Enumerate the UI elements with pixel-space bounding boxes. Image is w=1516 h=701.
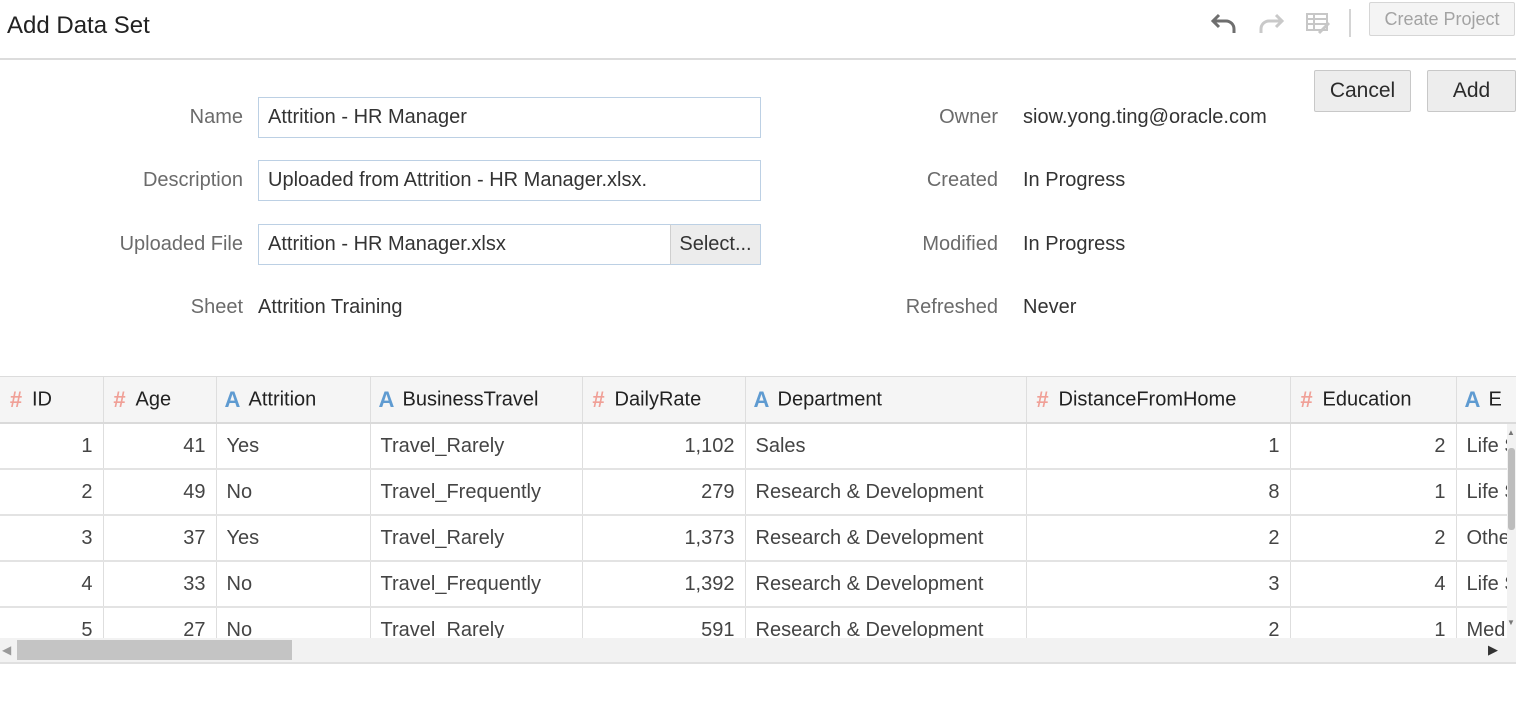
created-value: In Progress [1023, 169, 1126, 191]
table-cell: 8 [1026, 469, 1291, 516]
table-cell: Travel_Rarely [370, 515, 583, 562]
column-header[interactable]: # ID [0, 377, 104, 424]
text-type-icon: A [378, 386, 395, 412]
table-cell: 27 [103, 607, 217, 639]
table-row: 1 41 Yes Travel_Rarely 1,102 Sales 1 2 L… [0, 423, 1516, 470]
table-cell: Travel_Rarely [370, 607, 583, 639]
column-header[interactable]: AE [1456, 377, 1516, 424]
table-cell: No [216, 561, 371, 608]
number-type-icon: # [1300, 386, 1313, 412]
table-cell: 37 [103, 515, 217, 562]
column-header[interactable]: # DailyRate [582, 377, 746, 424]
table-cell: Yes [216, 423, 371, 470]
column-header[interactable]: # Education [1290, 377, 1457, 424]
sheet-value: Attrition Training [258, 296, 403, 318]
modified-label: Modified [922, 233, 998, 255]
table-cell: No [216, 607, 371, 639]
table-cell: 5 [0, 607, 104, 639]
table-cell: 279 [582, 469, 746, 516]
table-cell: 1,373 [582, 515, 746, 562]
refreshed-value: Never [1023, 296, 1077, 318]
text-type-icon: A [1464, 386, 1481, 412]
table-cell: 1 [1290, 469, 1457, 516]
table-cell: Research & Development [745, 607, 1027, 639]
table-cell: 591 [582, 607, 746, 639]
uploaded-file-label: Uploaded File [119, 233, 243, 255]
number-type-icon: # [9, 386, 23, 412]
text-type-icon: A [753, 386, 770, 412]
table-cell: 49 [103, 469, 217, 516]
add-button[interactable]: Add [1427, 70, 1516, 112]
number-type-icon: # [113, 386, 126, 412]
select-file-button[interactable]: Select... [670, 224, 761, 265]
column-header[interactable]: A Attrition [216, 377, 371, 424]
page-title: Add Data Set [7, 12, 150, 39]
table-cell: 4 [1290, 561, 1457, 608]
created-label: Created [926, 169, 998, 191]
table-cell: 2 [1290, 515, 1457, 562]
table-cell: 2 [1026, 515, 1291, 562]
data-diagram-icon[interactable] [1303, 8, 1333, 38]
scroll-left-arrow-icon[interactable]: ◀ [2, 643, 11, 657]
column-header[interactable]: # DistanceFromHome [1026, 377, 1291, 424]
table-cell: 41 [103, 423, 217, 470]
page-header: Add Data Set Create Project [0, 0, 1516, 60]
table-cell: No [216, 469, 371, 516]
table-cell: 2 [0, 469, 104, 516]
table-cell: 1 [1290, 607, 1457, 639]
table-cell: Research & Development [745, 561, 1027, 608]
table-cell: 2 [1026, 607, 1291, 639]
scroll-down-arrow-icon[interactable]: ▼ [1507, 618, 1515, 627]
table-cell: 2 [1290, 423, 1457, 470]
owner-value: siow.yong.ting@oracle.com [1023, 106, 1267, 128]
table-cell: 1 [1026, 423, 1291, 470]
column-header[interactable]: A BusinessTravel [370, 377, 583, 424]
table-cell: Sales [745, 423, 1027, 470]
cancel-button[interactable]: Cancel [1314, 70, 1411, 112]
name-label: Name [189, 106, 243, 128]
sheet-label: Sheet [190, 296, 243, 318]
description-input[interactable]: Uploaded from Attrition - HR Manager.xls… [258, 160, 761, 201]
table-cell: Research & Development [745, 515, 1027, 562]
table-row: 2 49 No Travel_Frequently 279 Research &… [0, 469, 1516, 516]
table-cell: Travel_Frequently [370, 469, 583, 516]
table-cell: Yes [216, 515, 371, 562]
data-preview-table: # ID # Age A Attrition A BusinessTravel # Dai… [0, 377, 1516, 639]
table-row: 5 27 No Travel_Rarely 591 Research & Dev… [0, 607, 1516, 639]
text-type-icon: A [224, 386, 241, 412]
table-row: 4 33 No Travel_Frequently 1,392 Research… [0, 561, 1516, 608]
column-header[interactable]: A Department [745, 377, 1027, 424]
table-cell: 1,392 [582, 561, 746, 608]
data-preview-grid: # ID # Age A Attrition A BusinessTravel # Dai… [0, 376, 1516, 639]
horizontal-scrollbar-thumb[interactable] [17, 640, 292, 660]
table-cell: Research & Development [745, 469, 1027, 516]
table-cell: 33 [103, 561, 217, 608]
table-cell: 3 [1026, 561, 1291, 608]
name-input[interactable]: Attrition - HR Manager [258, 97, 761, 138]
grid-header-row: # ID # Age A Attrition A BusinessTravel # Dai… [0, 377, 1516, 424]
redo-icon[interactable] [1256, 8, 1286, 38]
table-row: 3 37 Yes Travel_Rarely 1,373 Research & … [0, 515, 1516, 562]
number-type-icon: # [1036, 386, 1049, 412]
scroll-right-arrow-icon[interactable]: ▶ [1488, 642, 1498, 658]
uploaded-file-field: Attrition - HR Manager.xlsx [258, 224, 671, 265]
vertical-scrollbar-thumb[interactable] [1508, 448, 1515, 530]
column-header[interactable]: # Age [103, 377, 217, 424]
scroll-up-arrow-icon[interactable]: ▲ [1507, 428, 1515, 437]
modified-value: In Progress [1023, 233, 1126, 255]
owner-label: Owner [939, 106, 998, 128]
undo-icon[interactable] [1209, 8, 1239, 38]
toolbar-separator [1349, 9, 1351, 37]
description-label: Description [142, 169, 243, 191]
table-cell: Travel_Rarely [370, 423, 583, 470]
table-cell: 3 [0, 515, 104, 562]
number-type-icon: # [592, 386, 605, 412]
table-cell: 4 [0, 561, 104, 608]
refreshed-label: Refreshed [905, 296, 998, 318]
table-cell: 1 [0, 423, 104, 470]
create-project-button[interactable]: Create Project [1369, 2, 1515, 36]
table-cell: 1,102 [582, 423, 746, 470]
table-cell: Travel_Frequently [370, 561, 583, 608]
